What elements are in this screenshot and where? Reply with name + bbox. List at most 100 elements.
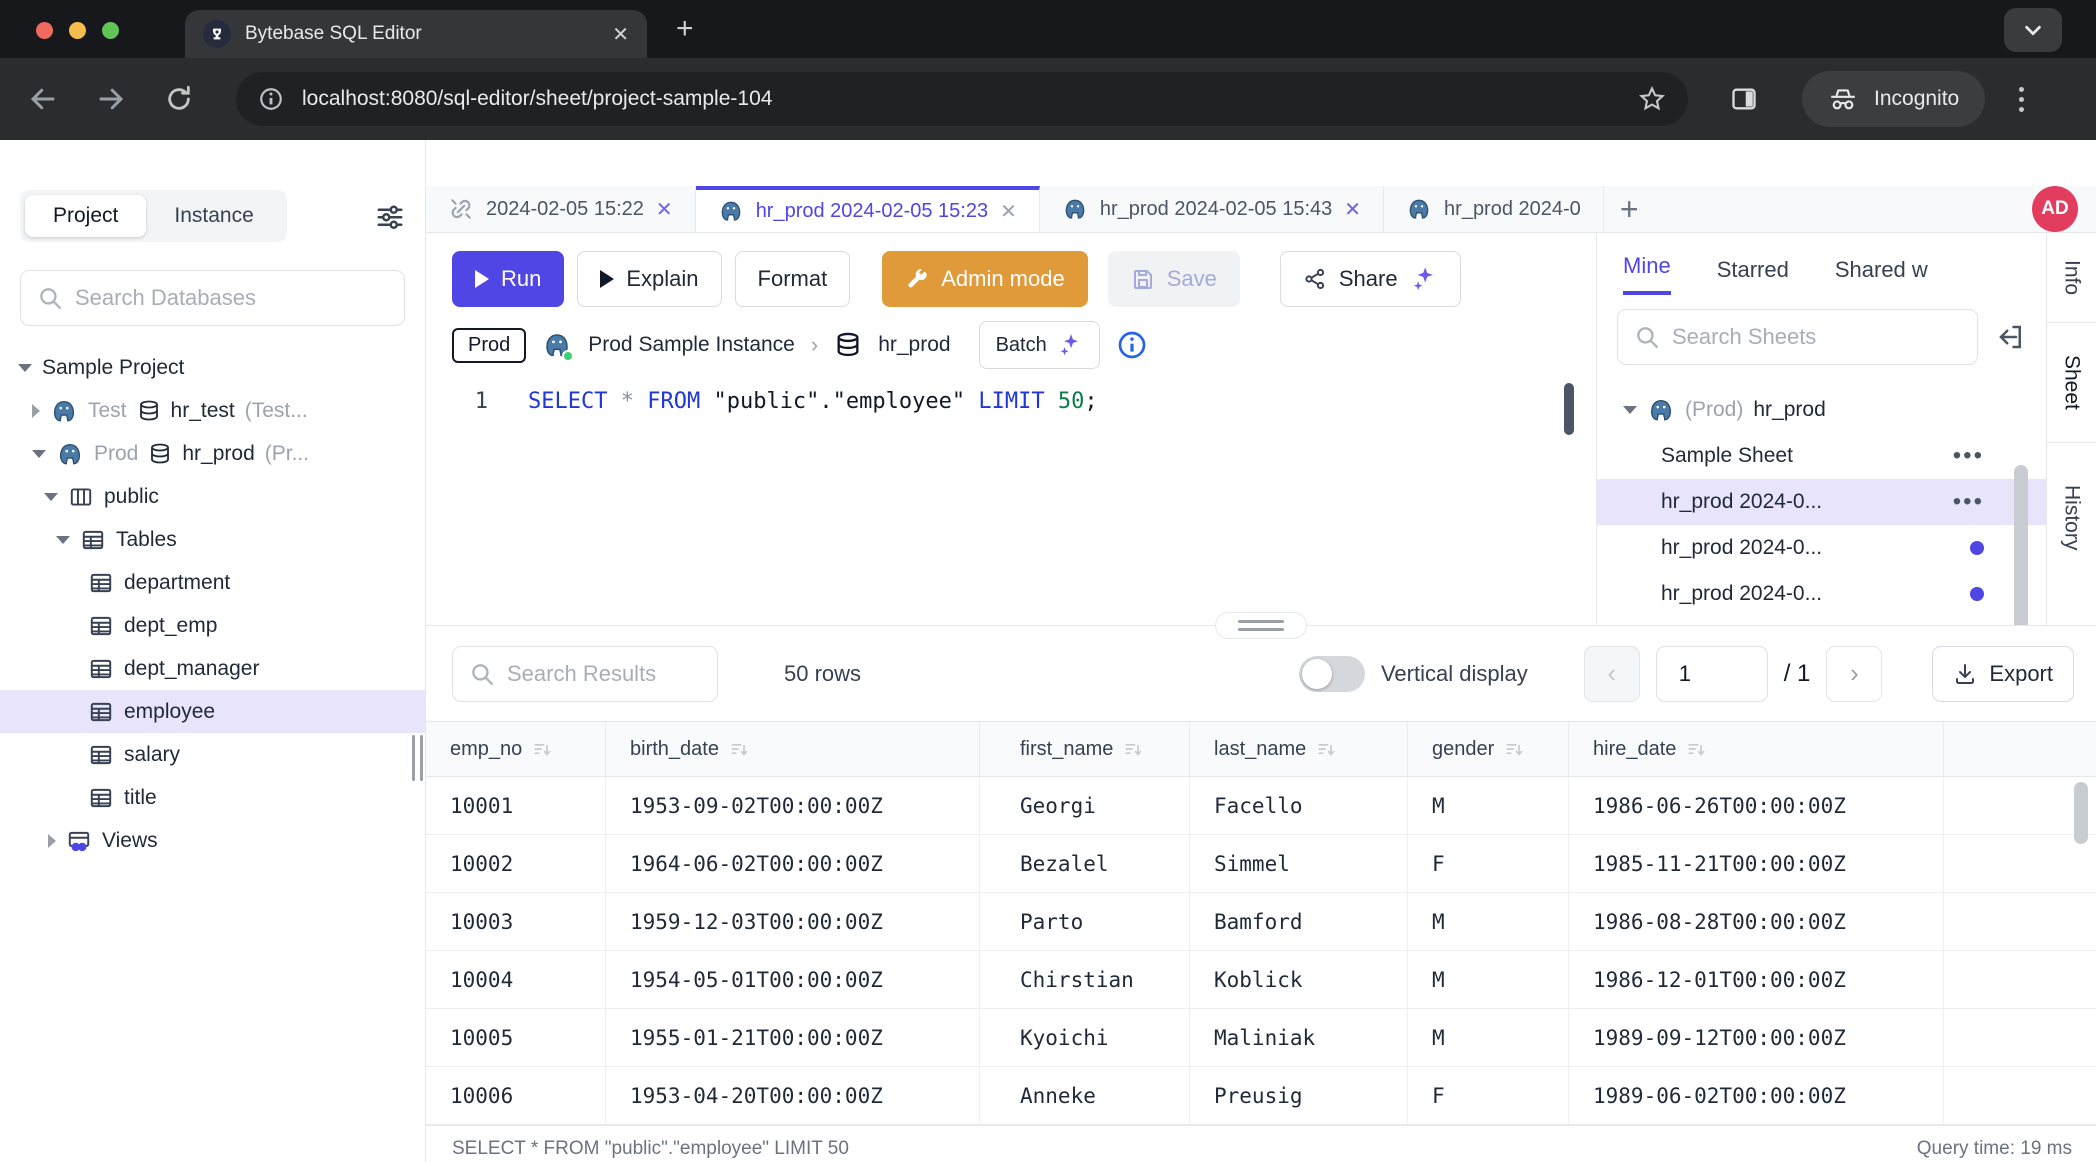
column-header[interactable]: first_name: [980, 722, 1190, 776]
table-cell[interactable]: M: [1408, 1009, 1569, 1066]
table-cell[interactable]: 10002: [426, 835, 606, 892]
table-cell[interactable]: 1986-08-28T00:00:00Z: [1569, 893, 1944, 950]
table-cell[interactable]: 10001: [426, 777, 606, 834]
search-sheets-input[interactable]: Search Sheets: [1617, 309, 1978, 365]
close-tab-icon[interactable]: ✕: [1000, 199, 1017, 224]
results-scrollbar-thumb[interactable]: [2074, 782, 2088, 844]
close-window-button[interactable]: [36, 22, 53, 39]
table-cell[interactable]: 1989-09-12T00:00:00Z: [1569, 1009, 1944, 1066]
code-line-1[interactable]: 1 SELECT * FROM "public"."employee" LIMI…: [426, 389, 1596, 414]
sheet-more-icon[interactable]: •••: [1953, 442, 1984, 470]
sheet-more-icon[interactable]: •••: [1953, 488, 1984, 516]
column-header[interactable]: emp_no: [426, 722, 606, 776]
reload-button[interactable]: [162, 82, 196, 116]
collapse-panel-icon[interactable]: [1996, 322, 2026, 352]
page-number-input[interactable]: 1: [1656, 646, 1768, 702]
side-panel-icon[interactable]: [1730, 85, 1758, 113]
table-cell[interactable]: Georgi: [980, 777, 1190, 834]
table-cell[interactable]: 1986-06-26T00:00:00Z: [1569, 777, 1944, 834]
caret-down-icon[interactable]: [32, 450, 46, 458]
save-button[interactable]: Save: [1108, 251, 1240, 307]
table-cell[interactable]: 1964-06-02T00:00:00Z: [606, 835, 980, 892]
close-tab-icon[interactable]: ✕: [656, 197, 673, 222]
sheet-item-current[interactable]: hr_prod 2024-0... •••: [1597, 479, 2046, 525]
table-cell[interactable]: 1953-04-20T00:00:00Z: [606, 1067, 980, 1124]
table-cell[interactable]: Anneke: [980, 1067, 1190, 1124]
admin-mode-button[interactable]: Admin mode: [882, 251, 1088, 307]
table-row[interactable]: 10001 1953-09-02T00:00:00Z Georgi Facell…: [426, 777, 2096, 835]
table-cell[interactable]: F: [1408, 835, 1569, 892]
tab-mine[interactable]: Mine: [1623, 253, 1671, 295]
table-cell[interactable]: 1989-06-02T00:00:00Z: [1569, 1067, 1944, 1124]
tree-schema-public[interactable]: public: [0, 475, 425, 518]
tree-table-salary[interactable]: salary: [0, 733, 425, 776]
table-cell[interactable]: Kyoichi: [980, 1009, 1190, 1066]
tab-search-button[interactable]: [2004, 8, 2062, 52]
tab-project[interactable]: Project: [25, 195, 146, 237]
table-cell[interactable]: M: [1408, 777, 1569, 834]
table-cell[interactable]: Preusig: [1190, 1067, 1408, 1124]
sheet-item-sample[interactable]: Sample Sheet •••: [1597, 433, 2046, 479]
tree-table-title[interactable]: title: [0, 776, 425, 819]
editor-tab-1[interactable]: 2024-02-05 15:22 ✕: [426, 186, 696, 232]
tree-db-hr-test[interactable]: Test hr_test (Test...: [0, 389, 425, 432]
tab-info[interactable]: Info: [2047, 233, 2096, 323]
sheets-scrollbar-thumb[interactable]: [2014, 465, 2028, 625]
tree-db-hr-prod[interactable]: Prod hr_prod (Pr...: [0, 432, 425, 475]
tab-sheet[interactable]: Sheet: [2047, 323, 2096, 443]
tab-starred[interactable]: Starred: [1717, 257, 1789, 295]
table-cell[interactable]: M: [1408, 893, 1569, 950]
table-cell[interactable]: M: [1408, 951, 1569, 1008]
tree-table-dept-emp[interactable]: dept_emp: [0, 604, 425, 647]
table-row[interactable]: 10004 1954-05-01T00:00:00Z Chirstian Kob…: [426, 951, 2096, 1009]
prev-page-button[interactable]: ‹: [1584, 646, 1640, 702]
caret-right-icon[interactable]: [48, 834, 56, 848]
next-page-button[interactable]: ›: [1826, 646, 1882, 702]
tree-group-views[interactable]: Views: [0, 819, 425, 862]
browser-tab-close-icon[interactable]: ✕: [612, 22, 629, 47]
database-name[interactable]: hr_prod: [878, 333, 950, 357]
table-cell[interactable]: 1953-09-02T00:00:00Z: [606, 777, 980, 834]
table-cell[interactable]: 1954-05-01T00:00:00Z: [606, 951, 980, 1008]
table-cell[interactable]: Bamford: [1190, 893, 1408, 950]
sheet-group-hr-prod[interactable]: (Prod) hr_prod: [1597, 387, 2046, 433]
minimize-window-button[interactable]: [69, 22, 86, 39]
tree-table-department[interactable]: department: [0, 561, 425, 604]
sidebar-resize-handle[interactable]: [412, 735, 423, 781]
caret-down-icon[interactable]: [56, 536, 70, 544]
search-databases-input[interactable]: Search Databases: [20, 270, 405, 326]
caret-down-icon[interactable]: [1623, 406, 1637, 414]
table-cell[interactable]: 1959-12-03T00:00:00Z: [606, 893, 980, 950]
caret-down-icon[interactable]: [18, 364, 32, 372]
tree-group-tables[interactable]: Tables: [0, 518, 425, 561]
url-text[interactable]: localhost:8080/sql-editor/sheet/project-…: [302, 87, 1638, 111]
tree-table-dept-manager[interactable]: dept_manager: [0, 647, 425, 690]
share-button[interactable]: Share: [1280, 251, 1461, 307]
sheet-item-unsaved-1[interactable]: hr_prod 2024-0...: [1597, 525, 2046, 571]
table-cell[interactable]: Koblick: [1190, 951, 1408, 1008]
format-button[interactable]: Format: [735, 251, 851, 307]
address-bar[interactable]: localhost:8080/sql-editor/sheet/project-…: [236, 72, 1688, 126]
sheet-item-partial[interactable]: hr_prod 2024-0...: [1597, 379, 2046, 387]
table-cell[interactable]: 10006: [426, 1067, 606, 1124]
table-cell[interactable]: 1955-01-21T00:00:00Z: [606, 1009, 980, 1066]
instance-name[interactable]: Prod Sample Instance: [588, 333, 795, 357]
sql-code-editor[interactable]: 1 SELECT * FROM "public"."employee" LIMI…: [426, 377, 1596, 625]
table-cell[interactable]: Maliniak: [1190, 1009, 1408, 1066]
table-cell[interactable]: 10004: [426, 951, 606, 1008]
table-cell[interactable]: 10003: [426, 893, 606, 950]
export-button[interactable]: Export: [1932, 646, 2074, 702]
table-cell[interactable]: 10005: [426, 1009, 606, 1066]
column-header[interactable]: birth_date: [606, 722, 980, 776]
editor-scrollbar-thumb[interactable]: [1564, 383, 1574, 435]
new-tab-button[interactable]: +: [676, 14, 694, 44]
browser-menu-icon[interactable]: [2019, 87, 2024, 112]
editor-tab-2-active[interactable]: hr_prod 2024-02-05 15:23 ✕: [696, 186, 1040, 232]
column-header[interactable]: hire_date: [1569, 722, 1944, 776]
table-cell[interactable]: 1985-11-21T00:00:00Z: [1569, 835, 1944, 892]
bookmark-star-icon[interactable]: [1638, 85, 1666, 113]
column-header[interactable]: gender: [1408, 722, 1569, 776]
column-header[interactable]: last_name: [1190, 722, 1408, 776]
run-button[interactable]: Run: [452, 251, 564, 307]
editor-tab-3[interactable]: hr_prod 2024-02-05 15:43 ✕: [1040, 186, 1384, 232]
